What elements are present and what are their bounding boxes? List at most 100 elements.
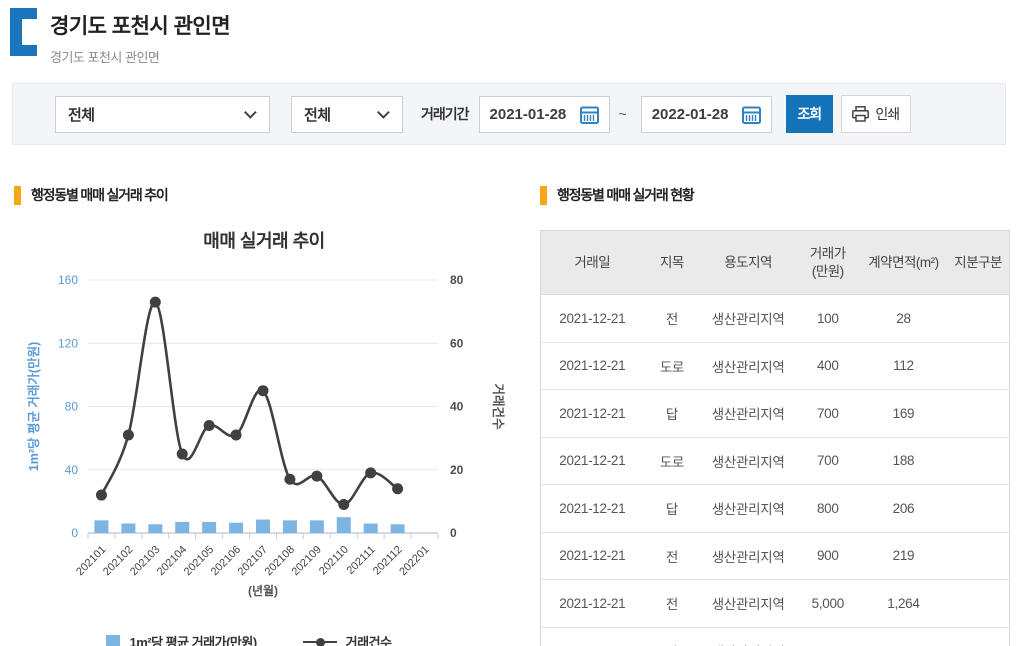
line-point (95, 489, 107, 501)
cell-land-category: 전 (665, 597, 678, 613)
bar (229, 522, 244, 533)
bar (256, 519, 270, 533)
bar (202, 521, 217, 533)
calendar-icon[interactable] (579, 105, 599, 124)
cell-date: 2021-12-21 (559, 548, 626, 564)
right-axis-tick-label: 0 (450, 526, 457, 540)
print-button-label: 인쇄 (875, 106, 900, 122)
line-series (100, 300, 399, 506)
legend-item-line: 거래건수 (302, 632, 392, 646)
table-row: 2021-12-21 답 생산관리지역 700 169 (541, 390, 1009, 438)
calendar-icon[interactable] (741, 105, 761, 124)
cell-zone: 생산관리지역 (711, 312, 785, 328)
line-point (203, 419, 215, 431)
cell-zone: 생산관리지역 (711, 454, 785, 470)
bar (94, 520, 109, 533)
region-select-1[interactable]: 전체 (55, 95, 270, 133)
legend-bar-swatch-icon (106, 634, 121, 646)
table-body: 2021-12-21 전 생산관리지역 100 28 2021-12-21 도로 생산관리지역… (541, 295, 1009, 646)
bar (175, 521, 190, 533)
left-axis-tick-label: 160 (58, 273, 78, 287)
column-header-land-category: 지목 (660, 254, 684, 270)
filter-bar: 전체 전체 거래기간 2021-01-28 ~ 2022-01-28 조회 인쇄 (12, 83, 1006, 145)
right-axis-tick-label: 40 (450, 400, 464, 414)
left-axis-tick-label: 120 (58, 336, 78, 350)
chart-legend: 1m²당 평균 거래가(만원) 거래건수 (14, 632, 484, 646)
table-section-title: 행정동별 매매 실거래 현황 (557, 187, 695, 203)
column-header-price: 거래가 (만원) (809, 245, 846, 279)
bar (390, 524, 405, 533)
table-row: 2021-12-21 도로 생산관리지역 700 188 (541, 437, 1009, 485)
bar (309, 520, 324, 533)
column-header-zone: 용도지역 (724, 254, 772, 270)
printer-icon (852, 106, 870, 122)
column-header-share: 지분구분 (954, 254, 1002, 270)
chevron-down-icon (244, 105, 257, 119)
line-point (122, 429, 134, 441)
chart-panel: 행정동별 매매 실거래 추이 매매 실거래 추이 0 40 80 120 160 0 20 4… (14, 185, 524, 646)
cell-area: 169 (892, 405, 915, 421)
cell-area: 219 (892, 548, 915, 564)
table-row: 2021-12-21 전 생산관리지역 5,000 1,264 (541, 580, 1009, 628)
bar (148, 524, 163, 533)
date-to-value: 2022-01-28 (651, 105, 729, 123)
legend-line-swatch-icon (302, 637, 337, 646)
table-row: 2021-12-21답생산관리지역25,0502,272 (541, 627, 1009, 646)
cell-area: 206 (892, 500, 915, 516)
date-from-value: 2021-01-28 (489, 105, 567, 123)
bar (282, 520, 297, 533)
transactions-table: 거래일 지목 용도지역 거래가 (만원) 계약면적(m²) 지분구분 2021-12-21… (540, 230, 1010, 646)
date-from-field[interactable]: 2021-01-28 (478, 95, 610, 133)
legend-line-label: 거래건수 (345, 635, 392, 646)
table-row: 2021-12-21 전 생산관리지역 100 28 (541, 295, 1009, 343)
right-axis-tick-label: 60 (450, 336, 464, 350)
left-axis-tick-label: 80 (65, 400, 79, 414)
cell-price: 100 (816, 310, 839, 326)
region-select-1-value: 전체 (68, 106, 95, 124)
cell-price: 800 (816, 500, 839, 516)
print-button[interactable]: 인쇄 (840, 95, 911, 133)
cell-land-category: 도로 (659, 359, 685, 375)
combo-chart: 0408012016002040608020210120210220210320… (26, 273, 506, 598)
cell-price: 5,000 (811, 595, 845, 611)
region-select-2[interactable]: 전체 (291, 95, 403, 133)
page: 경기도 포천시 관인면 경기도 포천시 관인면 전체 전체 거래기간 2021-… (0, 0, 1018, 646)
cell-land-category: 전 (665, 312, 678, 328)
page-title: 경기도 포천시 관인면 (50, 15, 231, 38)
line-point (392, 483, 404, 495)
section-marker-icon (14, 185, 21, 205)
cell-area: 28 (896, 310, 911, 326)
table-header-row: 거래일 지목 용도지역 거래가 (만원) 계약면적(m²) 지분구분 (541, 231, 1009, 295)
bracket-icon (10, 8, 37, 56)
cell-price: 900 (816, 548, 839, 564)
column-header-area: 계약면적(m²) (868, 254, 939, 270)
cell-area: 188 (892, 453, 915, 469)
right-axis-tick-label: 20 (450, 463, 464, 477)
period-label: 거래기간 (421, 106, 470, 122)
cell-date: 2021-12-21 (559, 405, 626, 421)
cell-land-category: 답 (644, 641, 701, 646)
search-button[interactable]: 조회 (785, 95, 833, 133)
line-point (311, 470, 323, 482)
cell-zone: 생산관리지역 (711, 502, 785, 518)
cell-zone: 생산관리지역 (711, 359, 785, 375)
legend-bar-label: 1m²당 평균 거래가(만원) (129, 635, 257, 646)
table-row: 2021-12-21 답 생산관리지역 800 206 (541, 485, 1009, 533)
line-point (284, 473, 296, 485)
cell-land-category: 답 (665, 502, 678, 518)
cell-date: 2021-12-21 (559, 358, 626, 374)
page-subtitle: 경기도 포천시 관인면 (50, 50, 160, 65)
bar (363, 523, 378, 533)
x-axis-tick-label: 202201 (397, 544, 431, 578)
region-select-2-value: 전체 (304, 106, 331, 124)
line-point (149, 296, 161, 308)
chevron-down-icon (377, 105, 390, 119)
cell-zone: 생산관리지역 (700, 641, 796, 646)
right-axis-tick-label: 80 (450, 273, 464, 287)
bar (336, 517, 351, 533)
right-axis-title: 거래건수 (491, 383, 506, 430)
cell-price: 700 (816, 453, 839, 469)
page-header: 경기도 포천시 관인면 경기도 포천시 관인면 (10, 8, 231, 66)
cell-zone: 생산관리지역 (711, 407, 785, 423)
date-to-field[interactable]: 2022-01-28 (640, 95, 772, 133)
